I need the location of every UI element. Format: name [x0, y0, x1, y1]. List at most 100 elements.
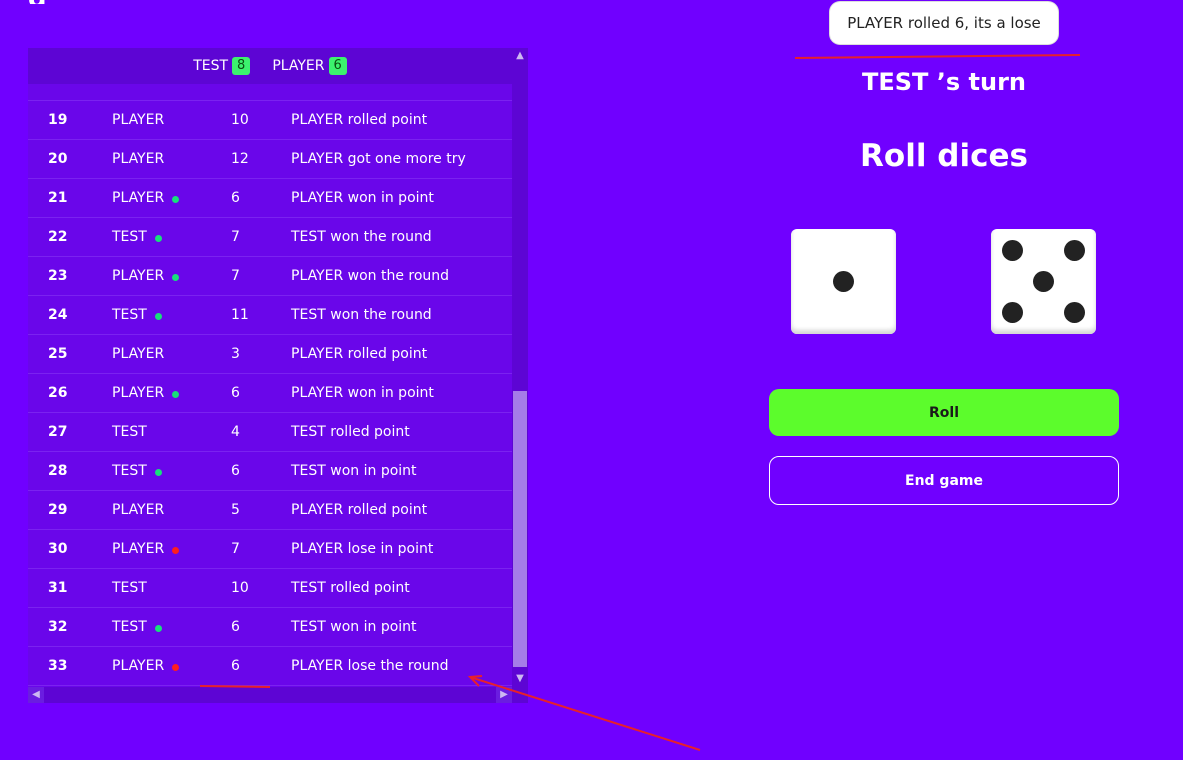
result-message: PLAYER won in point [291, 385, 434, 401]
round-number: 25 [48, 346, 68, 362]
player-cell: PLAYER [112, 658, 231, 674]
win-dot-icon [172, 273, 180, 281]
table-row: 27 TEST 4 TEST rolled point [28, 413, 512, 452]
table-row: 25 PLAYER 3 PLAYER rolled point [28, 335, 512, 374]
player-cell: PLAYER [112, 112, 231, 128]
roll-button[interactable]: Roll [769, 389, 1119, 436]
table-row: 19 PLAYER 10 PLAYER rolled point [28, 101, 512, 140]
result-message: TEST rolled point [291, 424, 410, 440]
round-number: 26 [48, 385, 68, 401]
roll-value: 7 [231, 541, 240, 557]
roll-value: 10 [231, 112, 249, 128]
round-number: 21 [48, 190, 68, 206]
table-row: 28 TEST 6 TEST won in point [28, 452, 512, 491]
round-number: 24 [48, 307, 68, 323]
scroll-left-icon[interactable]: ◀ [28, 687, 44, 703]
player-cell: PLAYER [112, 541, 231, 557]
table-row: 32 TEST 6 TEST won in point [28, 608, 512, 647]
turn-indicator: TEST ’s turn [861, 68, 1026, 96]
player-name: PLAYER [112, 385, 165, 401]
round-number: 30 [48, 541, 68, 557]
result-message: TEST rolled point [291, 580, 410, 596]
player-score-test: TEST 8 [193, 57, 251, 75]
player-score-player: PLAYER 6 [272, 57, 347, 75]
roll-value: 6 [231, 190, 240, 206]
player-cell: PLAYER [112, 190, 231, 206]
player-name: PLAYER [112, 541, 165, 557]
vertical-scrollbar[interactable]: ▲ ▼ [512, 48, 528, 687]
player-cell: PLAYER [112, 268, 231, 284]
result-message: PLAYER got one more try [291, 151, 466, 167]
roll-value: 12 [231, 151, 249, 167]
scrollbar-thumb[interactable] [513, 391, 527, 667]
annotation-underline-toast [794, 54, 1081, 59]
horizontal-scrollbar[interactable]: ◀ ▶ [28, 687, 512, 703]
player-cell: PLAYER [112, 385, 231, 401]
player-name: TEST [112, 424, 147, 440]
die-pip [1064, 240, 1085, 261]
round-number: 19 [48, 112, 68, 128]
roll-heading: Roll dices [860, 138, 1028, 174]
player-name: TEST [112, 229, 147, 245]
die-pip [1064, 302, 1085, 323]
result-message: PLAYER rolled point [291, 346, 428, 362]
round-number: 28 [48, 463, 68, 479]
table-row: 22 TEST 7 TEST won the round [28, 218, 512, 257]
player-cell: PLAYER [112, 502, 231, 518]
table-row: 20 PLAYER 12 PLAYER got one more try [28, 140, 512, 179]
win-dot-icon [154, 234, 162, 242]
scrollbar-corner [512, 687, 528, 703]
table-row: 23 PLAYER 7 PLAYER won the round [28, 257, 512, 296]
roll-value: 5 [231, 502, 240, 518]
result-message: PLAYER rolled point [291, 112, 428, 128]
round-number: 22 [48, 229, 68, 245]
player-name: PLAYER [112, 346, 165, 362]
result-message: TEST won the round [291, 307, 432, 323]
score-badge: 8 [232, 57, 251, 75]
player-name: TEST [112, 580, 147, 596]
scroll-right-icon[interactable]: ▶ [496, 687, 512, 703]
score-badge: 6 [328, 57, 347, 75]
roll-value: 4 [231, 424, 240, 440]
result-message: TEST won in point [291, 463, 417, 479]
win-dot-icon [154, 468, 162, 476]
round-number: 33 [48, 658, 68, 674]
table-row: 33 PLAYER 6 PLAYER lose the round [28, 647, 512, 686]
win-dot-icon [172, 390, 180, 398]
round-number: 29 [48, 502, 68, 518]
roll-value: 6 [231, 658, 240, 674]
roll-value: 6 [231, 385, 240, 401]
history-list: 19 PLAYER 10 PLAYER rolled point 20 PLAYER 12 P… [28, 84, 512, 703]
player-name: TEST [193, 58, 229, 74]
scoreboard-header: TEST 8 PLAYER 6 [28, 48, 512, 84]
player-name: PLAYER [112, 658, 165, 674]
player-cell: TEST [112, 307, 231, 323]
win-dot-icon [154, 312, 162, 320]
end-game-button[interactable]: End game [769, 456, 1119, 505]
lose-dot-icon [172, 663, 180, 671]
result-message: TEST won in point [291, 619, 417, 635]
scroll-up-icon[interactable]: ▲ [512, 48, 528, 64]
player-cell: TEST [112, 463, 231, 479]
player-name: PLAYER [112, 268, 165, 284]
player-name: TEST [112, 307, 147, 323]
player-name: PLAYER [112, 502, 165, 518]
table-row: 26 PLAYER 6 PLAYER won in point [28, 374, 512, 413]
player-cell: TEST [112, 580, 231, 596]
player-cell: TEST [112, 619, 231, 635]
page-title-fragment: g [28, 0, 68, 4]
scroll-down-icon[interactable]: ▼ [512, 671, 528, 687]
result-message: PLAYER lose in point [291, 541, 434, 557]
player-name: TEST [112, 619, 147, 635]
player-name: PLAYER [112, 112, 165, 128]
die-one [791, 229, 896, 334]
roll-value: 7 [231, 268, 240, 284]
table-row: 31 TEST 10 TEST rolled point [28, 569, 512, 608]
result-message: TEST won the round [291, 229, 432, 245]
result-message: PLAYER won the round [291, 268, 450, 284]
player-cell: PLAYER [112, 151, 231, 167]
round-number: 27 [48, 424, 68, 440]
roll-value: 3 [231, 346, 240, 362]
die-pip [1002, 302, 1023, 323]
table-row: 24 TEST 11 TEST won the round [28, 296, 512, 335]
